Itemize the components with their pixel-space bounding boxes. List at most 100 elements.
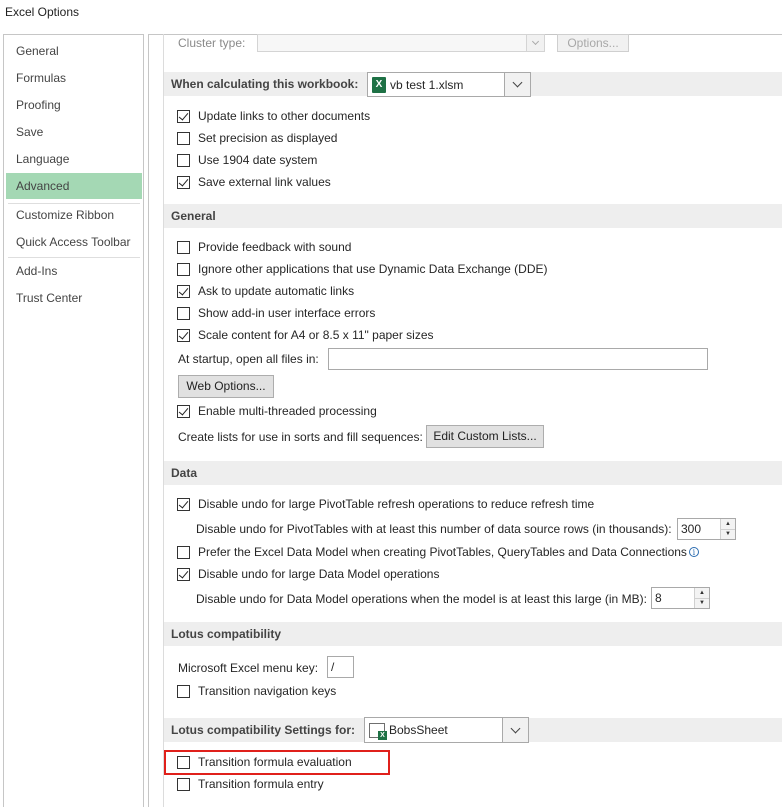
option-label: Disable undo for large Data Model operat… [198, 567, 440, 581]
model-size-spinner[interactable]: 8 ▲ ▼ [651, 587, 710, 609]
checkbox-row[interactable]: Transition navigation keys [177, 682, 336, 700]
checkbox-transition-formula-eval[interactable] [177, 755, 190, 769]
content-left-rule [163, 34, 164, 807]
startup-folder-label: At startup, open all files in: [178, 352, 319, 366]
checkbox-save-external-links[interactable] [177, 175, 190, 189]
checkbox-set-precision[interactable] [177, 131, 190, 145]
checkbox-update-links[interactable] [177, 109, 190, 123]
checkbox-row[interactable]: Transition formula evaluation [177, 753, 352, 771]
checkbox-feedback-sound[interactable] [177, 240, 190, 254]
sidebar-item-formulas[interactable]: Formulas [6, 65, 142, 91]
sidebar-item-general[interactable]: General [6, 38, 142, 64]
section-header-general: General [164, 204, 782, 228]
sheet-icon: X [369, 722, 387, 740]
checkbox-row[interactable]: Enable multi-threaded processing [177, 402, 377, 420]
options-sidebar: General Formulas Proofing Save Language … [3, 34, 144, 807]
checkbox-multithreaded[interactable] [177, 404, 190, 418]
calculating-header-label: When calculating this workbook: [171, 77, 359, 91]
checkbox-row[interactable]: Prefer the Excel Data Model when creatin… [177, 543, 699, 561]
cluster-type-row: Cluster type: [178, 34, 245, 52]
option-label: Set precision as displayed [198, 131, 338, 145]
checkbox-row[interactable]: Ignore other applications that use Dynam… [177, 260, 548, 278]
checkbox-undo-data-model[interactable] [177, 567, 190, 581]
checkbox-addin-ui-errors[interactable] [177, 306, 190, 320]
model-size-row: Disable undo for Data Model operations w… [196, 590, 647, 608]
checkbox-row[interactable]: Disable undo for large PivotTable refres… [177, 495, 594, 513]
spin-down-icon[interactable]: ▼ [695, 597, 709, 608]
option-label: Show add-in user interface errors [198, 306, 376, 320]
sidebar-item-proofing[interactable]: Proofing [6, 92, 142, 118]
model-size-label: Disable undo for Data Model operations w… [196, 592, 647, 606]
sidebar-item-language[interactable]: Language [6, 146, 142, 172]
window-title: Excel Options [5, 5, 80, 19]
checkbox-row[interactable]: Use 1904 date system [177, 151, 317, 169]
option-label: Enable multi-threaded processing [198, 404, 377, 418]
option-label: Provide feedback with sound [198, 240, 352, 254]
spin-down-icon[interactable]: ▼ [721, 528, 735, 539]
workbook-select-value: vb test 1.xlsm [390, 77, 464, 92]
checkbox-scale-content[interactable] [177, 328, 190, 342]
excel-file-icon: X [372, 76, 386, 93]
startup-folder-input[interactable] [328, 348, 708, 370]
lotus-settings-header-label: Lotus compatibility Settings for: [171, 723, 356, 737]
option-label: Transition formula entry [198, 777, 324, 791]
startup-row: At startup, open all files in: [178, 350, 319, 368]
web-options-button[interactable]: Web Options... [178, 375, 274, 398]
checkbox-row[interactable]: Show add-in user interface errors [177, 304, 375, 322]
section-header-data: Data [164, 461, 782, 485]
pivot-rows-row: Disable undo for PivotTables with at lea… [196, 520, 672, 538]
checkbox-ignore-dde[interactable] [177, 262, 190, 276]
menu-key-input[interactable]: / [327, 656, 354, 678]
checkbox-transition-formula-entry[interactable] [177, 777, 190, 791]
info-icon[interactable]: i [688, 547, 699, 557]
custom-lists-row: Create lists for use in sorts and fill s… [178, 428, 423, 446]
section-header-lotus: Lotus compatibility [164, 622, 782, 646]
checkbox-row[interactable]: Provide feedback with sound [177, 238, 351, 256]
cluster-type-label: Cluster type: [178, 36, 246, 50]
checkbox-row[interactable]: Disable undo for large Data Model operat… [177, 565, 439, 583]
checkbox-row[interactable]: Ask to update automatic links [177, 282, 354, 300]
pivot-rows-label: Disable undo for PivotTables with at lea… [196, 522, 672, 536]
lotus-sheet-select[interactable]: X BobsSheet [364, 717, 529, 743]
sidebar-item-customize-ribbon[interactable]: Customize Ribbon [6, 202, 142, 228]
checkbox-1904-date[interactable] [177, 153, 190, 167]
model-size-value: 8 [655, 591, 662, 605]
pivot-rows-spinner[interactable]: 300 ▲ ▼ [677, 518, 736, 540]
option-label: Ignore other applications that use Dynam… [198, 262, 548, 276]
option-label: Transition formula evaluation [198, 755, 352, 769]
chevron-down-icon [502, 718, 528, 742]
custom-lists-label: Create lists for use in sorts and fill s… [178, 430, 423, 444]
option-label: Use 1904 date system [198, 153, 318, 167]
checkbox-transition-nav-keys[interactable] [177, 684, 190, 698]
spin-up-icon[interactable]: ▲ [695, 588, 709, 598]
spin-up-icon[interactable]: ▲ [721, 519, 735, 529]
option-label: Prefer the Excel Data Model when creatin… [198, 545, 687, 559]
edit-custom-lists-button[interactable]: Edit Custom Lists... [426, 425, 544, 448]
chevron-down-icon [504, 73, 530, 96]
checkbox-undo-pivot[interactable] [177, 497, 190, 511]
workbook-select[interactable]: X vb test 1.xlsm [367, 72, 531, 97]
cluster-options-button[interactable]: Options... [557, 34, 629, 52]
menu-key-label: Microsoft Excel menu key: [178, 661, 319, 675]
sidebar-item-advanced[interactable]: Advanced [6, 173, 142, 199]
pivot-rows-value: 300 [681, 522, 702, 536]
checkbox-row[interactable]: Transition formula entry [177, 775, 324, 793]
checkbox-row[interactable]: Set precision as displayed [177, 129, 337, 147]
checkbox-row[interactable]: Update links to other documents [177, 107, 370, 125]
checkbox-row[interactable]: Save external link values [177, 173, 331, 191]
option-label: Save external link values [198, 175, 331, 189]
sidebar-item-trust-center[interactable]: Trust Center [6, 285, 142, 311]
option-label: Transition navigation keys [198, 684, 337, 698]
sidebar-item-quick-access-toolbar[interactable]: Quick Access Toolbar [6, 229, 142, 255]
checkbox-ask-update-links[interactable] [177, 284, 190, 298]
option-label: Scale content for A4 or 8.5 x 11" paper … [198, 328, 434, 342]
option-label: Update links to other documents [198, 109, 371, 123]
lotus-sheet-value: BobsSheet [389, 723, 448, 737]
title-bar: Excel Options [0, 0, 782, 28]
sidebar-item-save[interactable]: Save [6, 119, 142, 145]
option-label: Ask to update automatic links [198, 284, 355, 298]
sidebar-item-add-ins[interactable]: Add-Ins [6, 258, 142, 284]
cluster-type-dropdown[interactable] [257, 34, 545, 52]
checkbox-row[interactable]: Scale content for A4 or 8.5 x 11" paper … [177, 326, 434, 344]
checkbox-prefer-data-model[interactable] [177, 545, 190, 559]
